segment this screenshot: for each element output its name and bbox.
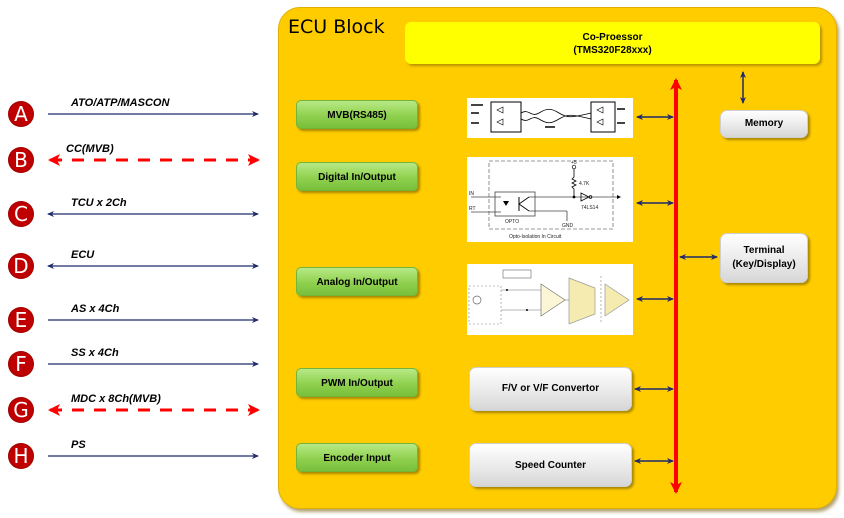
connection-arrows	[47, 71, 746, 494]
